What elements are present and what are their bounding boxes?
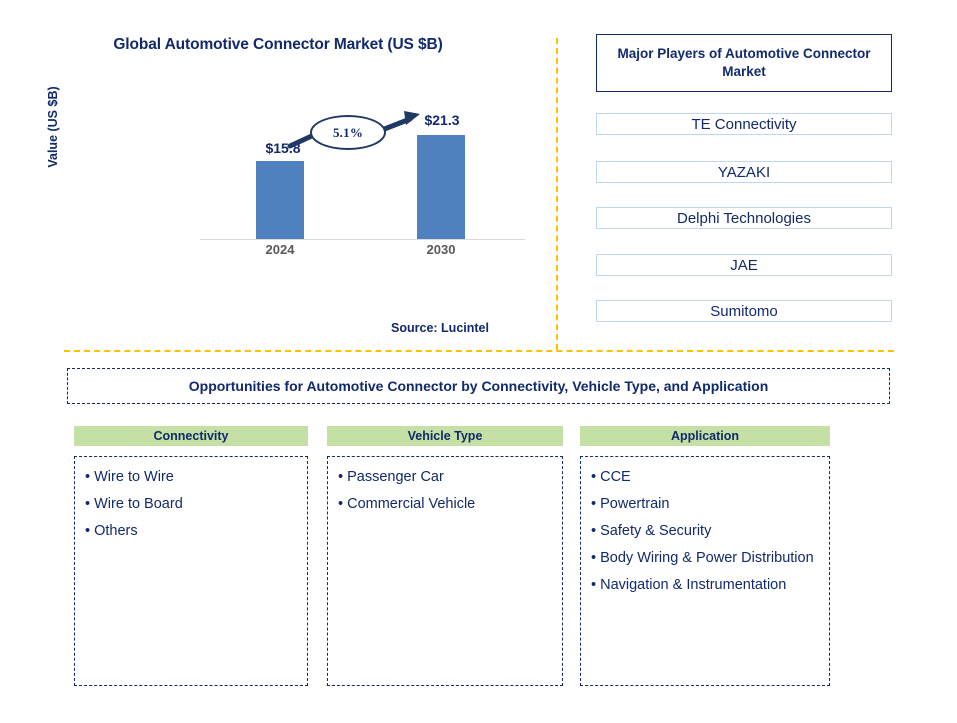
list-item-label: Wire to Board [94,496,183,512]
list-item-label: Safety & Security [600,523,712,539]
major-players-title-box: Major Players of Automotive Connector Ma… [596,34,892,92]
list-item-label: Commercial Vehicle [347,496,476,512]
player-item-yazaki[interactable]: YAZAKI [596,161,892,183]
column-header-vehicle-type: Vehicle Type [327,426,563,446]
list-item-label: Others [94,523,138,539]
list-item: • Wire to Board [85,496,183,512]
vertical-divider [556,38,558,350]
list-item-label: Wire to Wire [94,469,174,485]
list-item: • Others [85,523,138,539]
list-item: • Safety & Security [591,523,712,539]
player-name: YAZAKI [717,163,771,181]
list-item-label: Body Wiring & Power Distribution [600,550,814,566]
bar-2024 [256,161,304,239]
player-name: Delphi Technologies [677,209,811,227]
list-item: • Passenger Car [338,469,444,485]
y-axis-label: Value (US $B) [46,86,60,168]
chart-title: Global Automotive Connector Market (US $… [113,36,443,53]
list-item-label: Powertrain [600,496,670,512]
list-item: • Wire to Wire [85,469,174,485]
list-item: • Powertrain [591,496,670,512]
column-header-label: Vehicle Type [407,429,483,443]
player-name: TE Connectivity [691,115,797,133]
player-item-delphi-technologies[interactable]: Delphi Technologies [596,207,892,229]
cagr-callout: 5.1% [310,115,386,150]
player-name: JAE [730,256,758,274]
horizontal-divider [64,350,894,352]
column-body-application: • CCE • Powertrain • Safety & Security •… [580,456,830,686]
list-item: • Body Wiring & Power Distribution [591,550,814,566]
x-axis-tick-2030: 2030 [426,242,456,257]
player-item-sumitomo[interactable]: Sumitomo [596,300,892,322]
column-header-application: Application [580,426,830,446]
opportunities-banner-text: Opportunities for Automotive Connector b… [188,378,769,394]
list-item-label: Navigation & Instrumentation [600,577,787,593]
column-body-connectivity: • Wire to Wire • Wire to Board • Others [74,456,308,686]
source-label: Source: Lucintel [391,321,489,335]
cagr-value: 5.1% [332,124,364,140]
player-item-jae[interactable]: JAE [596,254,892,276]
opportunities-banner: Opportunities for Automotive Connector b… [67,368,890,404]
major-players-title: Major Players of Automotive Connector Ma… [617,45,871,79]
column-body-vehicle-type: • Passenger Car • Commercial Vehicle [327,456,563,686]
list-item: • Navigation & Instrumentation [591,577,787,593]
list-item-label: CCE [600,469,631,485]
list-item-label: Passenger Car [347,469,444,485]
column-header-connectivity: Connectivity [74,426,308,446]
column-header-label: Connectivity [153,429,229,443]
list-item: • Commercial Vehicle [338,496,476,512]
player-item-te-connectivity[interactable]: TE Connectivity [596,113,892,135]
column-header-label: Application [670,429,740,443]
list-item: • CCE [591,469,631,485]
player-name: Sumitomo [710,302,778,320]
chart-axis-line [200,239,525,240]
x-axis-tick-2024: 2024 [265,242,295,257]
